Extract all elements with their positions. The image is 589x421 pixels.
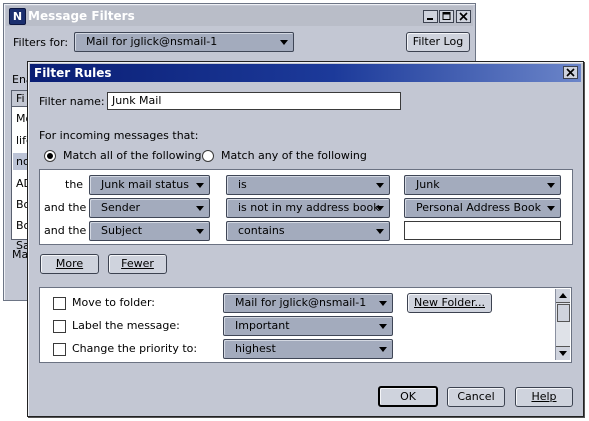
more-button[interactable]: More <box>40 254 99 274</box>
new-folder-label: New Folder... <box>414 296 485 309</box>
incoming-label: For incoming messages that: <box>39 129 199 142</box>
condition-field-select[interactable]: Junk mail status <box>89 175 210 195</box>
action-label: Move to folder: <box>72 296 155 309</box>
cancel-button[interactable]: Cancel <box>447 387 505 407</box>
filter-name-value: Junk Mail <box>112 94 162 107</box>
scroll-up-button[interactable] <box>556 289 570 303</box>
match-all-radio[interactable] <box>44 150 56 162</box>
condition-operator-select[interactable]: is not in my address book <box>226 198 390 218</box>
ok-button[interactable]: OK <box>378 386 438 407</box>
message-filters-titlebar[interactable]: N Message Filters <box>6 6 473 26</box>
condition-value-select[interactable]: Junk <box>404 175 561 195</box>
match-any-radio[interactable] <box>202 150 214 162</box>
change-priority-checkbox[interactable] <box>53 343 66 356</box>
action-label: Change the priority to: <box>72 342 198 355</box>
help-button[interactable]: Help <box>515 387 573 407</box>
condition-value-input[interactable] <box>404 221 561 240</box>
chevron-down-icon <box>376 319 390 333</box>
close-icon <box>566 68 575 77</box>
chevron-down-icon <box>193 201 207 215</box>
filter-name-label: Filter name: <box>39 95 105 108</box>
app-logo-icon: N <box>9 8 26 25</box>
condition-operator-select[interactable]: contains <box>226 221 390 241</box>
dialog-close-button[interactable] <box>563 66 578 79</box>
filters-for-value: Mail for jglick@nsmail-1 <box>86 35 218 48</box>
bottom-label: Ma <box>12 248 29 261</box>
chevron-down-icon <box>376 342 390 356</box>
cancel-label: Cancel <box>457 390 495 403</box>
filter-rules-title: Filter Rules <box>34 66 112 80</box>
maximize-icon <box>442 12 451 20</box>
chevron-down-icon <box>277 35 291 49</box>
match-all-label[interactable]: Match all of the following <box>63 149 202 163</box>
filter-rules-titlebar[interactable]: Filter Rules <box>30 64 581 82</box>
chevron-down-icon <box>544 201 558 215</box>
change-priority-select[interactable]: highest <box>223 339 393 359</box>
chevron-down-icon <box>193 178 207 192</box>
filters-for-select[interactable]: Mail for jglick@nsmail-1 <box>74 32 294 52</box>
fewer-button[interactable]: Fewer <box>108 254 167 274</box>
condition-prefix: the <box>65 178 84 191</box>
move-to-folder-select[interactable]: Mail for jglick@nsmail-1 <box>223 293 393 313</box>
scroll-down-icon <box>559 351 567 356</box>
condition-value-select[interactable]: Personal Address Book <box>404 198 561 218</box>
close-icon <box>459 12 468 21</box>
conditions-panel: the Junk mail status is Junk and the Sen… <box>39 169 573 245</box>
maximize-button[interactable] <box>439 10 454 23</box>
chevron-down-icon <box>373 224 387 238</box>
condition-prefix: and the <box>44 224 87 237</box>
match-any-label[interactable]: Match any of the following <box>221 149 367 163</box>
move-to-folder-checkbox[interactable] <box>53 297 66 310</box>
help-label: Help <box>531 390 557 403</box>
more-label: More <box>55 257 84 270</box>
label-message-checkbox[interactable] <box>53 320 66 333</box>
chevron-down-icon <box>376 296 390 310</box>
filter-log-button[interactable]: Filter Log <box>406 32 470 52</box>
new-folder-button[interactable]: New Folder... <box>407 293 492 313</box>
close-button[interactable] <box>456 10 471 23</box>
condition-prefix: and the <box>44 201 87 214</box>
condition-field-select[interactable]: Sender <box>89 198 210 218</box>
minimize-icon <box>427 18 433 20</box>
condition-field-select[interactable]: Subject <box>89 221 210 241</box>
chevron-down-icon <box>544 178 558 192</box>
radio-selected-dot <box>47 153 53 159</box>
scroll-down-button[interactable] <box>556 346 570 360</box>
minimize-button[interactable] <box>423 10 438 23</box>
actions-scrollbar[interactable] <box>555 289 570 360</box>
label-message-select[interactable]: Important <box>223 316 393 336</box>
filter-name-input[interactable]: Junk Mail <box>107 92 401 110</box>
action-label: Label the message: <box>72 319 180 332</box>
scroll-thumb[interactable] <box>557 304 570 322</box>
ok-label: OK <box>400 390 416 403</box>
filter-rules-dialog: Filter Rules Filter name: Junk Mail For … <box>27 61 584 417</box>
filter-log-label: Filter Log <box>412 35 464 48</box>
filters-for-label: Filters for: <box>13 36 69 49</box>
actions-panel: Move to folder: Mail for jglick@nsmail-1… <box>39 287 572 363</box>
scroll-up-icon <box>559 293 567 298</box>
chevron-down-icon <box>193 224 207 238</box>
chevron-down-icon <box>373 201 387 215</box>
condition-operator-select[interactable]: is <box>226 175 390 195</box>
fewer-label: Fewer <box>121 257 154 270</box>
message-filters-title: Message Filters <box>28 9 135 23</box>
chevron-down-icon <box>373 178 387 192</box>
